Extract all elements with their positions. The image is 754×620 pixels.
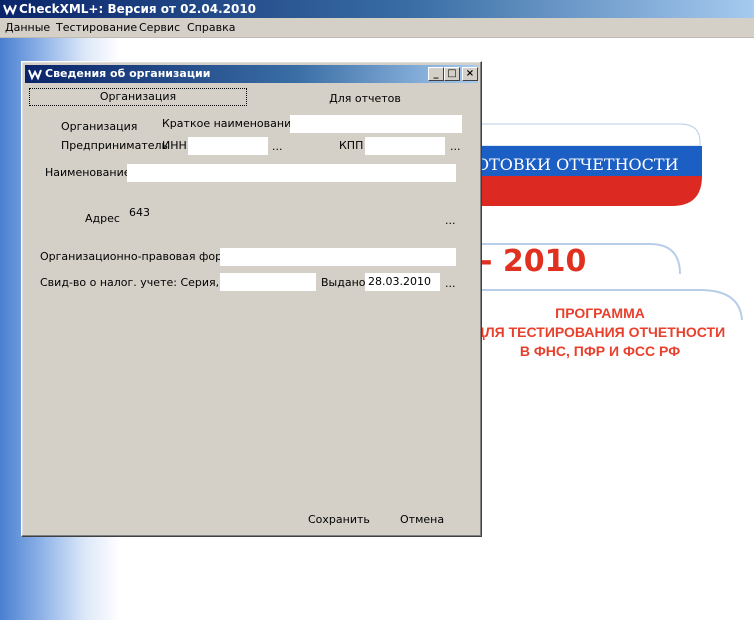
- splash-band-text: ОТОВКИ ОТЧЕТНОСТИ: [476, 155, 679, 174]
- save-button[interactable]: Сохранить: [308, 513, 370, 526]
- certificate-input[interactable]: [220, 273, 316, 291]
- kpp-input[interactable]: [365, 137, 445, 155]
- app-logo-icon: [3, 4, 17, 16]
- minimize-button[interactable]: _: [428, 67, 444, 81]
- tab-for-reports[interactable]: Для отчетов: [312, 91, 418, 109]
- cancel-button[interactable]: Отмена: [400, 513, 444, 526]
- close-button[interactable]: ×: [462, 67, 478, 81]
- menu-bar: Данные Тестирование Сервис Справка: [0, 18, 754, 38]
- issued-date-input[interactable]: 28.03.2010: [365, 273, 440, 291]
- maximize-button[interactable]: □: [444, 67, 460, 81]
- radio-entrepreneur[interactable]: Предприниматель: [61, 139, 168, 152]
- address-label: Адрес: [85, 212, 120, 225]
- menu-help[interactable]: Справка: [187, 21, 235, 34]
- splash-program-text: ПРОГРАММА ДЛЯ ТЕСТИРОВАНИЯ ОТЧЕТНОСТИ В …: [470, 304, 730, 361]
- menu-service[interactable]: Сервис: [139, 21, 180, 34]
- kpp-label: КПП: [339, 139, 364, 152]
- radio-organization[interactable]: Организация: [61, 120, 137, 133]
- menu-testing[interactable]: Тестирование: [56, 21, 137, 34]
- inn-ellipsis-button[interactable]: ...: [272, 140, 283, 153]
- legal-form-label: Организационно-правовая форма: [40, 250, 238, 263]
- dialog-title-bar[interactable]: Сведения об организации _ □ ×: [25, 65, 478, 83]
- splash-program-line-2: ДЛЯ ТЕСТИРОВАНИЯ ОТЧЕТНОСТИ: [474, 324, 726, 340]
- issued-label: Выдано: [321, 276, 366, 289]
- short-name-label: Краткое наименование: [162, 117, 298, 130]
- menu-data[interactable]: Данные: [5, 21, 50, 34]
- address-ellipsis-button[interactable]: ...: [445, 214, 456, 227]
- organization-dialog: Сведения об организации _ □ × Организаци…: [21, 61, 482, 537]
- splash-program-line-3: В ФНС, ПФР И ФСС РФ: [519, 343, 681, 359]
- address-value: 643: [129, 206, 150, 219]
- kpp-ellipsis-button[interactable]: ...: [450, 140, 461, 153]
- tab-organization[interactable]: Организация: [29, 88, 247, 106]
- dialog-logo-icon: [28, 69, 42, 81]
- app-title: CheckXML+: Версия от 02.04.2010: [19, 2, 257, 16]
- name-label: Наименование: [45, 166, 131, 179]
- app-title-bar: CheckXML+: Версия от 02.04.2010: [0, 0, 754, 18]
- inn-input[interactable]: [188, 137, 268, 155]
- legal-form-input[interactable]: [220, 248, 456, 266]
- short-name-input[interactable]: [290, 115, 462, 133]
- inn-label: ИНН: [162, 139, 187, 152]
- dialog-title: Сведения об организации: [45, 67, 211, 80]
- issued-ellipsis-button[interactable]: ...: [445, 277, 456, 290]
- name-input[interactable]: [127, 164, 456, 182]
- splash-program-line-1: ПРОГРАММА: [555, 305, 645, 321]
- certificate-label: Свид-во о налог. учете: Серия, №: [40, 276, 235, 289]
- splash-year: - 2010: [480, 244, 587, 279]
